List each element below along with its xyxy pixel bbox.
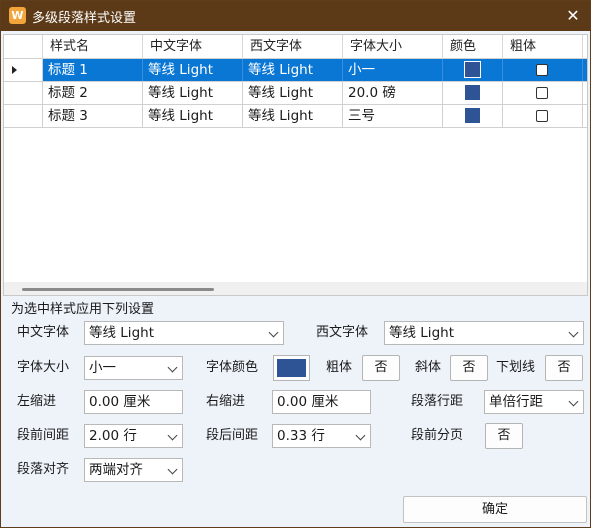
- italic-toggle-button[interactable]: 否: [450, 355, 488, 381]
- cell-en-font[interactable]: 等线 Light: [243, 105, 343, 127]
- bold-checkbox[interactable]: [536, 64, 548, 76]
- left-indent-label: 左缩进: [17, 394, 57, 409]
- font-color-button[interactable]: [273, 355, 310, 381]
- cn-font-label: 中文字体: [17, 325, 70, 340]
- column-header-bold[interactable]: 粗体: [503, 35, 583, 59]
- en-font-label: 西文字体: [316, 325, 369, 340]
- cell-color[interactable]: [443, 59, 503, 81]
- chevron-down-icon: [167, 362, 178, 373]
- cn-font-select[interactable]: 等线 Light: [84, 321, 284, 345]
- left-indent-input[interactable]: 0.00 厘米: [84, 390, 183, 414]
- column-header-color[interactable]: 颜色: [443, 35, 503, 59]
- column-header-size[interactable]: 字体大小: [343, 35, 443, 59]
- style-grid[interactable]: 样式名 中文字体 西文字体 字体大小 颜色 粗体 标题 1 等线 Light 等…: [3, 34, 588, 296]
- ok-button[interactable]: 确定: [403, 496, 587, 523]
- cell-cn-font[interactable]: 等线 Light: [143, 82, 243, 104]
- row-header[interactable]: [4, 82, 43, 104]
- line-spacing-value: 单倍行距: [489, 394, 543, 410]
- chevron-down-icon: [167, 464, 178, 475]
- bold-checkbox[interactable]: [536, 110, 548, 122]
- en-font-value: 等线 Light: [389, 325, 454, 341]
- left-indent-value: 0.00 厘米: [89, 394, 151, 410]
- cell-style-name[interactable]: 标题 2: [43, 82, 143, 104]
- cell-color[interactable]: [443, 105, 503, 127]
- page-break-label: 段前分页: [411, 428, 464, 443]
- line-spacing-select[interactable]: 单倍行距: [484, 390, 584, 414]
- grid-empty-area: [4, 130, 587, 295]
- cell-color[interactable]: [443, 82, 503, 104]
- column-header-style-name[interactable]: 样式名: [43, 35, 143, 59]
- chevron-down-icon: [268, 327, 279, 338]
- alignment-select[interactable]: 两端对齐: [84, 458, 183, 482]
- font-size-value: 小一: [89, 360, 116, 376]
- cn-font-value: 等线 Light: [89, 325, 154, 341]
- alignment-value: 两端对齐: [89, 462, 143, 478]
- font-size-label: 字体大小: [17, 360, 70, 375]
- bold-label: 粗体: [326, 360, 353, 375]
- cell-size[interactable]: 小一: [343, 59, 443, 81]
- right-indent-input[interactable]: 0.00 厘米: [272, 390, 371, 414]
- title-bar: W 多级段落样式设置 ✕: [1, 1, 590, 31]
- cell-style-name[interactable]: 标题 1: [43, 59, 143, 81]
- scrollbar-thumb[interactable]: [22, 288, 214, 291]
- space-after-value: 0.33 行: [277, 428, 325, 444]
- bold-toggle-button[interactable]: 否: [362, 355, 400, 381]
- cell-style-name[interactable]: 标题 3: [43, 105, 143, 127]
- app-icon: W: [9, 7, 26, 24]
- close-icon[interactable]: ✕: [560, 4, 586, 28]
- right-indent-value: 0.00 厘米: [277, 394, 339, 410]
- bold-checkbox[interactable]: [536, 87, 548, 99]
- font-color-label: 字体颜色: [206, 360, 259, 375]
- current-row-pointer-icon: [12, 66, 17, 74]
- column-header-en-font[interactable]: 西文字体: [243, 35, 343, 59]
- chevron-down-icon: [568, 327, 579, 338]
- cell-size[interactable]: 三号: [343, 105, 443, 127]
- en-font-select[interactable]: 等线 Light: [384, 321, 584, 345]
- table-row[interactable]: 标题 1 等线 Light 等线 Light 小一: [4, 59, 587, 82]
- cell-bold[interactable]: [503, 105, 583, 127]
- cell-cn-font[interactable]: 等线 Light: [143, 105, 243, 127]
- grid-corner-cell: [4, 35, 43, 59]
- space-before-label: 段前间距: [17, 428, 70, 443]
- table-row[interactable]: 标题 2 等线 Light 等线 Light 20.0 磅: [4, 82, 587, 105]
- cell-en-font[interactable]: 等线 Light: [243, 59, 343, 81]
- cell-cn-font[interactable]: 等线 Light: [143, 59, 243, 81]
- row-header[interactable]: [4, 105, 43, 127]
- window-title: 多级段落样式设置: [32, 11, 137, 26]
- table-row[interactable]: 标题 3 等线 Light 等线 Light 三号: [4, 105, 587, 128]
- font-color-swatch: [277, 359, 306, 377]
- font-size-select[interactable]: 小一: [84, 356, 183, 380]
- page-break-toggle-button[interactable]: 否: [485, 423, 523, 449]
- space-after-label: 段后间距: [206, 428, 259, 443]
- underline-toggle-button[interactable]: 否: [545, 355, 583, 381]
- dialog-window: W 多级段落样式设置 ✕ 样式名 中文字体 西文字体 字体大小 颜色 粗体 标题…: [0, 0, 591, 528]
- chevron-down-icon: [167, 430, 178, 441]
- space-after-select[interactable]: 0.33 行: [272, 424, 371, 448]
- column-header-cn-font[interactable]: 中文字体: [143, 35, 243, 59]
- cell-size[interactable]: 20.0 磅: [343, 82, 443, 104]
- underline-label: 下划线: [496, 360, 536, 375]
- italic-label: 斜体: [415, 360, 442, 375]
- color-swatch: [465, 85, 480, 100]
- alignment-label: 段落对齐: [17, 462, 70, 477]
- grid-header: 样式名 中文字体 西文字体 字体大小 颜色 粗体: [4, 35, 587, 59]
- row-header[interactable]: [4, 59, 43, 81]
- chevron-down-icon: [355, 430, 366, 441]
- chevron-down-icon: [568, 396, 579, 407]
- space-before-select[interactable]: 2.00 行: [84, 424, 183, 448]
- color-swatch: [464, 61, 481, 78]
- cell-bold[interactable]: [503, 59, 583, 81]
- color-swatch: [465, 108, 480, 123]
- horizontal-scrollbar[interactable]: [4, 282, 587, 295]
- right-indent-label: 右缩进: [206, 394, 246, 409]
- cell-en-font[interactable]: 等线 Light: [243, 82, 343, 104]
- cell-bold[interactable]: [503, 82, 583, 104]
- line-spacing-label: 段落行距: [411, 394, 464, 409]
- space-before-value: 2.00 行: [89, 428, 137, 444]
- settings-section-title: 为选中样式应用下列设置: [11, 302, 155, 317]
